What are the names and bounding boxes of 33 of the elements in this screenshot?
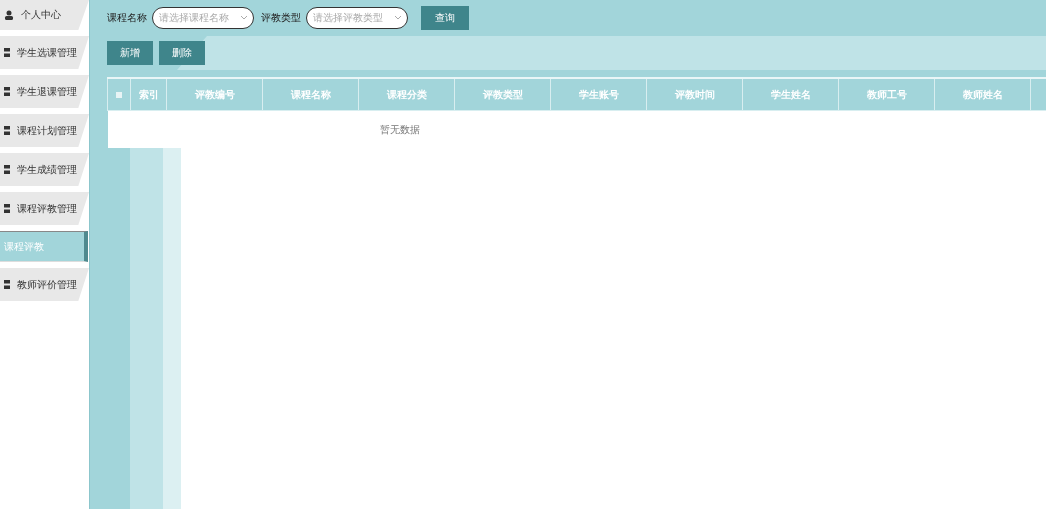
chevron-down-icon	[240, 15, 248, 20]
sidebar-item[interactable]: 课程评教管理	[0, 192, 89, 225]
list-icon	[4, 48, 10, 57]
empty-message: 暂无数据	[379, 123, 420, 135]
add-button[interactable]: 新增	[107, 41, 153, 65]
select-all-checkbox[interactable]	[116, 92, 122, 98]
column-header: 评教类型	[454, 78, 551, 111]
sidebar-item[interactable]: 教师评价管理	[0, 268, 89, 301]
delete-button[interactable]: 删除	[159, 41, 205, 65]
list-icon	[4, 87, 10, 96]
column-header: 教师姓名	[934, 78, 1031, 111]
field-label: 评教类型	[261, 10, 301, 25]
sidebar-item[interactable]: 学生退课管理	[0, 75, 89, 108]
list-icon	[4, 204, 10, 213]
column-header: 评教时间	[646, 78, 743, 111]
column-header: 学生姓名	[742, 78, 839, 111]
list-icon	[4, 165, 10, 174]
field-label: 课程名称	[107, 10, 147, 25]
column-header: 索引	[130, 78, 167, 111]
sidebar-item[interactable]: 个人中心	[0, 0, 89, 30]
person-icon	[4, 10, 14, 20]
column-header: 课程分类	[358, 78, 455, 111]
list-icon	[4, 126, 10, 135]
column-header: 学生账号	[550, 78, 647, 111]
column-header: 教师工号	[838, 78, 935, 111]
list-icon	[4, 280, 10, 289]
sidebar-item[interactable]: 课程计划管理	[0, 114, 89, 147]
sidebar-item[interactable]: 学生成绩管理	[0, 153, 89, 186]
column-header: 评教编号	[166, 78, 263, 111]
chevron-down-icon	[394, 15, 402, 20]
search-button[interactable]: 查询	[421, 5, 469, 30]
sidebar-item[interactable]: 学生选课管理	[0, 36, 89, 69]
column-header: 课程名称	[262, 78, 359, 111]
